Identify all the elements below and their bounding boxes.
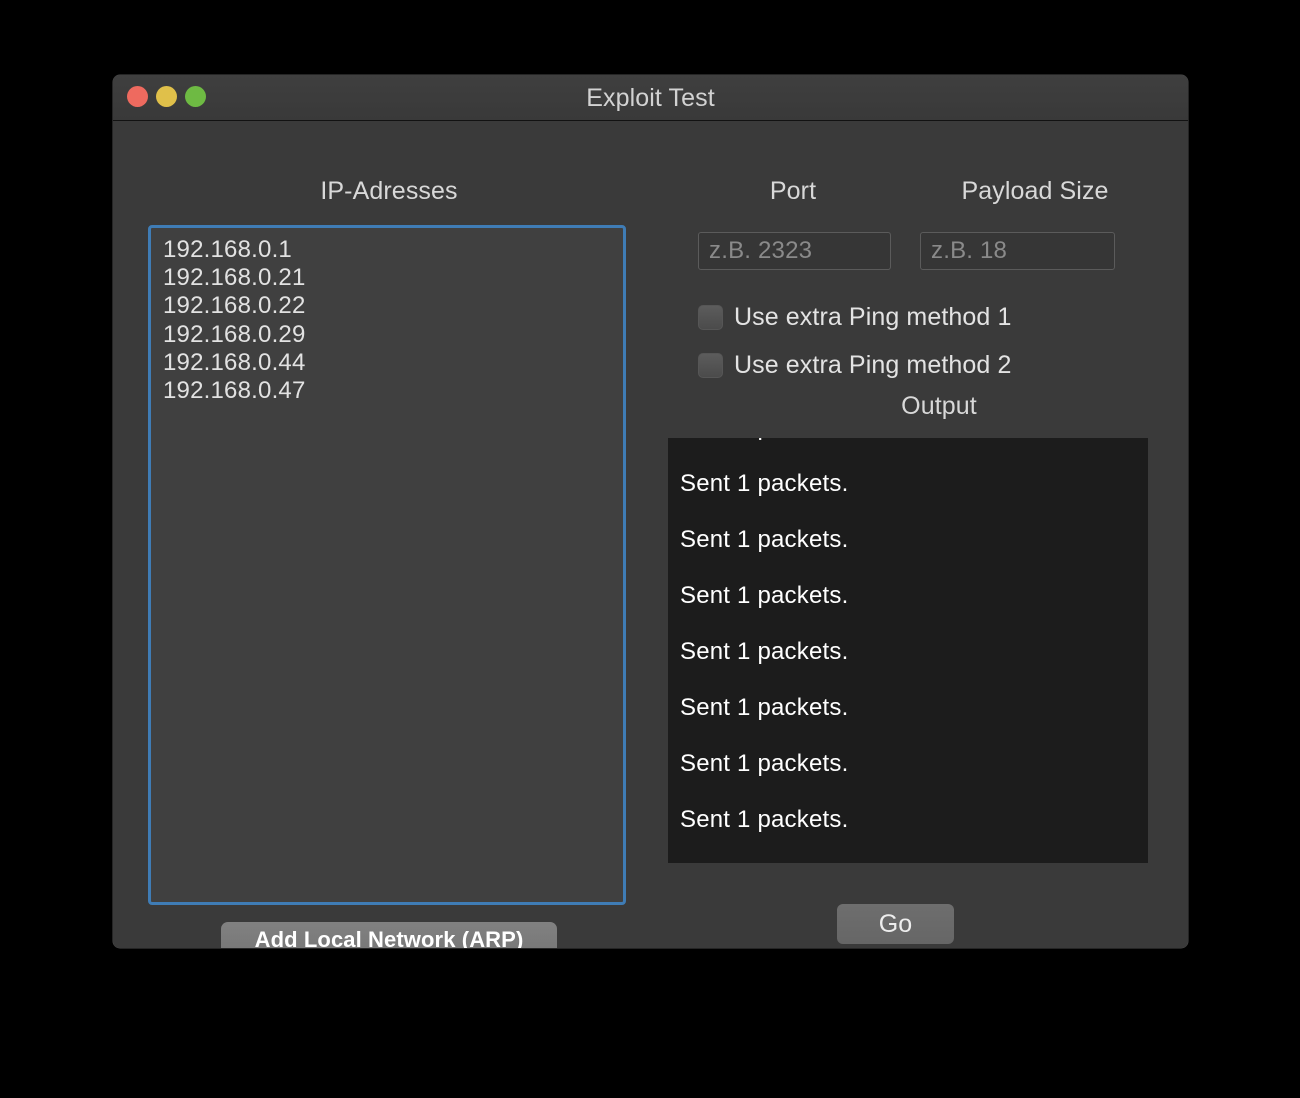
ip-addresses-label: IP-Adresses bbox=[320, 177, 458, 205]
list-item[interactable]: 192.168.0.22 bbox=[163, 292, 623, 320]
add-local-network-arp-button[interactable]: Add Local Network (ARP) bbox=[221, 922, 557, 948]
app-window: Exploit Test IP-Adresses 192.168.0.1 192… bbox=[113, 75, 1188, 948]
output-log-content: Sent 1 packets. Sent 1 packets. Sent 1 p… bbox=[668, 438, 1148, 848]
log-line: Sent 1 packets. bbox=[680, 750, 849, 777]
list-item[interactable]: 192.168.0.47 bbox=[163, 377, 623, 405]
payload-size-input[interactable]: z.B. 18 bbox=[920, 232, 1115, 270]
list-item[interactable]: 192.168.0.21 bbox=[163, 264, 623, 292]
output-label: Output bbox=[901, 392, 977, 420]
window-title: Exploit Test bbox=[586, 84, 715, 112]
port-input[interactable]: z.B. 2323 bbox=[698, 232, 891, 270]
payload-size-label: Payload Size bbox=[961, 177, 1109, 205]
list-item[interactable]: 192.168.0.29 bbox=[163, 321, 623, 349]
log-line: Sent 1 packets. bbox=[680, 470, 849, 497]
log-line: Sent 1 packets. bbox=[680, 806, 849, 833]
go-button[interactable]: Go bbox=[837, 904, 954, 944]
list-item[interactable]: 192.168.0.1 bbox=[163, 236, 623, 264]
list-item[interactable]: 192.168.0.44 bbox=[163, 349, 623, 377]
checkbox-ping-method-2[interactable] bbox=[698, 353, 723, 378]
log-line: Sent 1 packets. bbox=[680, 438, 1148, 456]
output-log[interactable]: Sent 1 packets. Sent 1 packets. Sent 1 p… bbox=[668, 438, 1148, 863]
title-bar[interactable]: Exploit Test bbox=[113, 75, 1188, 121]
checkbox-label-ping-method-2: Use extra Ping method 2 bbox=[734, 351, 1012, 379]
log-line: Sent 1 packets. bbox=[680, 638, 849, 665]
checkbox-label-ping-method-1: Use extra Ping method 1 bbox=[734, 303, 1012, 331]
window-body: IP-Adresses 192.168.0.1 192.168.0.21 192… bbox=[113, 121, 1188, 948]
log-line: Sent 1 packets. bbox=[680, 526, 849, 553]
port-label: Port bbox=[769, 177, 817, 205]
log-line: Sent 1 packets. bbox=[680, 694, 849, 721]
ping-method-1-row[interactable]: Use extra Ping method 1 bbox=[698, 303, 1011, 332]
ping-method-2-row[interactable]: Use extra Ping method 2 bbox=[698, 351, 1011, 380]
ip-addresses-listbox[interactable]: 192.168.0.1 192.168.0.21 192.168.0.22 19… bbox=[148, 225, 626, 905]
log-line: Sent 1 packets. bbox=[680, 582, 849, 609]
checkbox-ping-method-1[interactable] bbox=[698, 305, 723, 330]
